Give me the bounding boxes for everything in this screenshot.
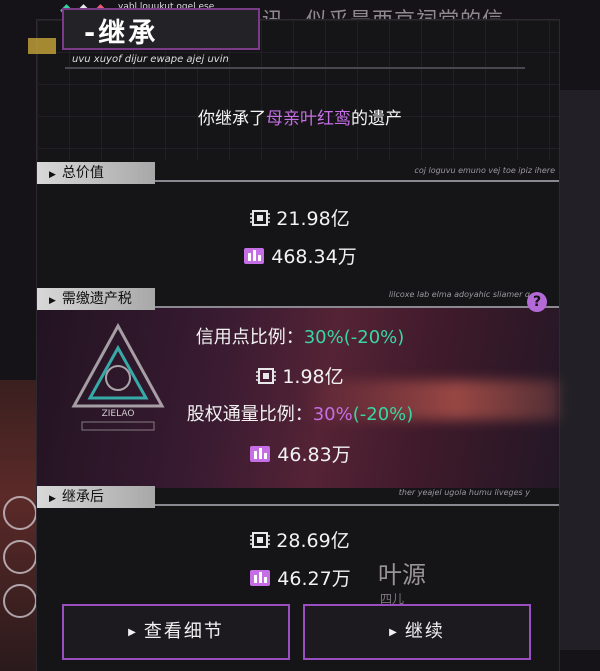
credit-ratio-delta: (-20%) [343, 327, 405, 348]
section-note: lilcoxe lab elma adoyahic sliamer q [388, 290, 530, 299]
header-badge: -继承 [62, 8, 260, 50]
continue-label: 继续 [404, 621, 445, 642]
tax-equity-value: 46.83万 [277, 444, 351, 466]
equity-ratio-delta: (-20%) [352, 404, 414, 425]
tax-credits-row: 1.98亿 [0, 362, 600, 391]
section-arrow-icon: ▶ [49, 170, 56, 180]
section-divider [155, 306, 559, 308]
continue-button[interactable]: ▶ 继续 [303, 604, 531, 660]
notice-prefix: 你继承了 [198, 109, 266, 129]
total-credits-row: 21.98亿 [0, 204, 600, 233]
credit-ratio-row: 信用点比例：30%(-20%) [0, 323, 600, 349]
after-equity-row: 46.27万 [0, 564, 600, 593]
total-equity-value: 468.34万 [271, 246, 357, 268]
after-equity-value: 46.27万 [277, 568, 351, 590]
help-button[interactable]: ? [527, 292, 547, 312]
equity-flux-icon [249, 566, 271, 593]
equity-flux-icon [249, 442, 271, 469]
tax-equity-row: 46.83万 [0, 440, 600, 469]
header-gold-tag [28, 38, 56, 54]
section-divider [155, 180, 559, 182]
credit-chip-icon [256, 366, 277, 391]
equity-ratio-row: 股权通量比例：30%(-20%) [0, 400, 600, 426]
header-line [65, 67, 525, 69]
credit-chip-icon [250, 208, 271, 233]
after-credits-value: 28.69亿 [276, 530, 350, 552]
section-label: 继承后 [61, 489, 104, 505]
view-details-button[interactable]: ▶ 查看细节 [62, 604, 290, 660]
tax-credits-value: 1.98亿 [282, 366, 344, 388]
credit-ratio-label: 信用点比例： [195, 327, 304, 348]
page-title: -继承 [84, 18, 159, 49]
side-icon-column [0, 490, 40, 628]
section-arrow-icon: ▶ [49, 296, 56, 306]
notice-suffix: 的遗产 [351, 109, 402, 129]
section-note: coj loguvu emuno vej toe ipiz ihere [414, 166, 555, 175]
section-total-value: ▶ 总价值 [37, 162, 155, 184]
credit-chip-icon [250, 530, 271, 555]
section-arrow-icon: ▶ [49, 494, 56, 504]
side-emblem-icon [3, 496, 37, 530]
section-tax: ▶ 需缴遗产税 [37, 288, 155, 310]
button-arrow-icon: ▶ [389, 627, 399, 638]
section-label: 总价值 [61, 165, 104, 181]
button-arrow-icon: ▶ [128, 627, 138, 638]
equity-ratio-value: 30% [312, 404, 353, 425]
after-credits-row: 28.69亿 [0, 526, 600, 555]
inheritance-notice: 你继承了母亲叶红鸾的遗产 [0, 104, 600, 129]
header-tagline: uvu xuyof dijur ewape ajej uvin [72, 54, 229, 65]
total-equity-row: 468.34万 [0, 242, 600, 271]
credit-ratio-value: 30% [303, 327, 344, 348]
notice-highlight: 母亲叶红鸾 [266, 109, 351, 129]
section-label: 需缴遗产税 [61, 291, 132, 307]
total-credits-value: 21.98亿 [276, 208, 350, 230]
view-details-label: 查看细节 [143, 621, 224, 642]
section-after: ▶ 继承后 [37, 486, 155, 508]
section-note: ther yeajel ugola humu liveges y [398, 488, 530, 497]
equity-flux-icon [243, 244, 265, 271]
section-divider [155, 504, 559, 506]
equity-ratio-label: 股权通量比例： [186, 404, 313, 425]
